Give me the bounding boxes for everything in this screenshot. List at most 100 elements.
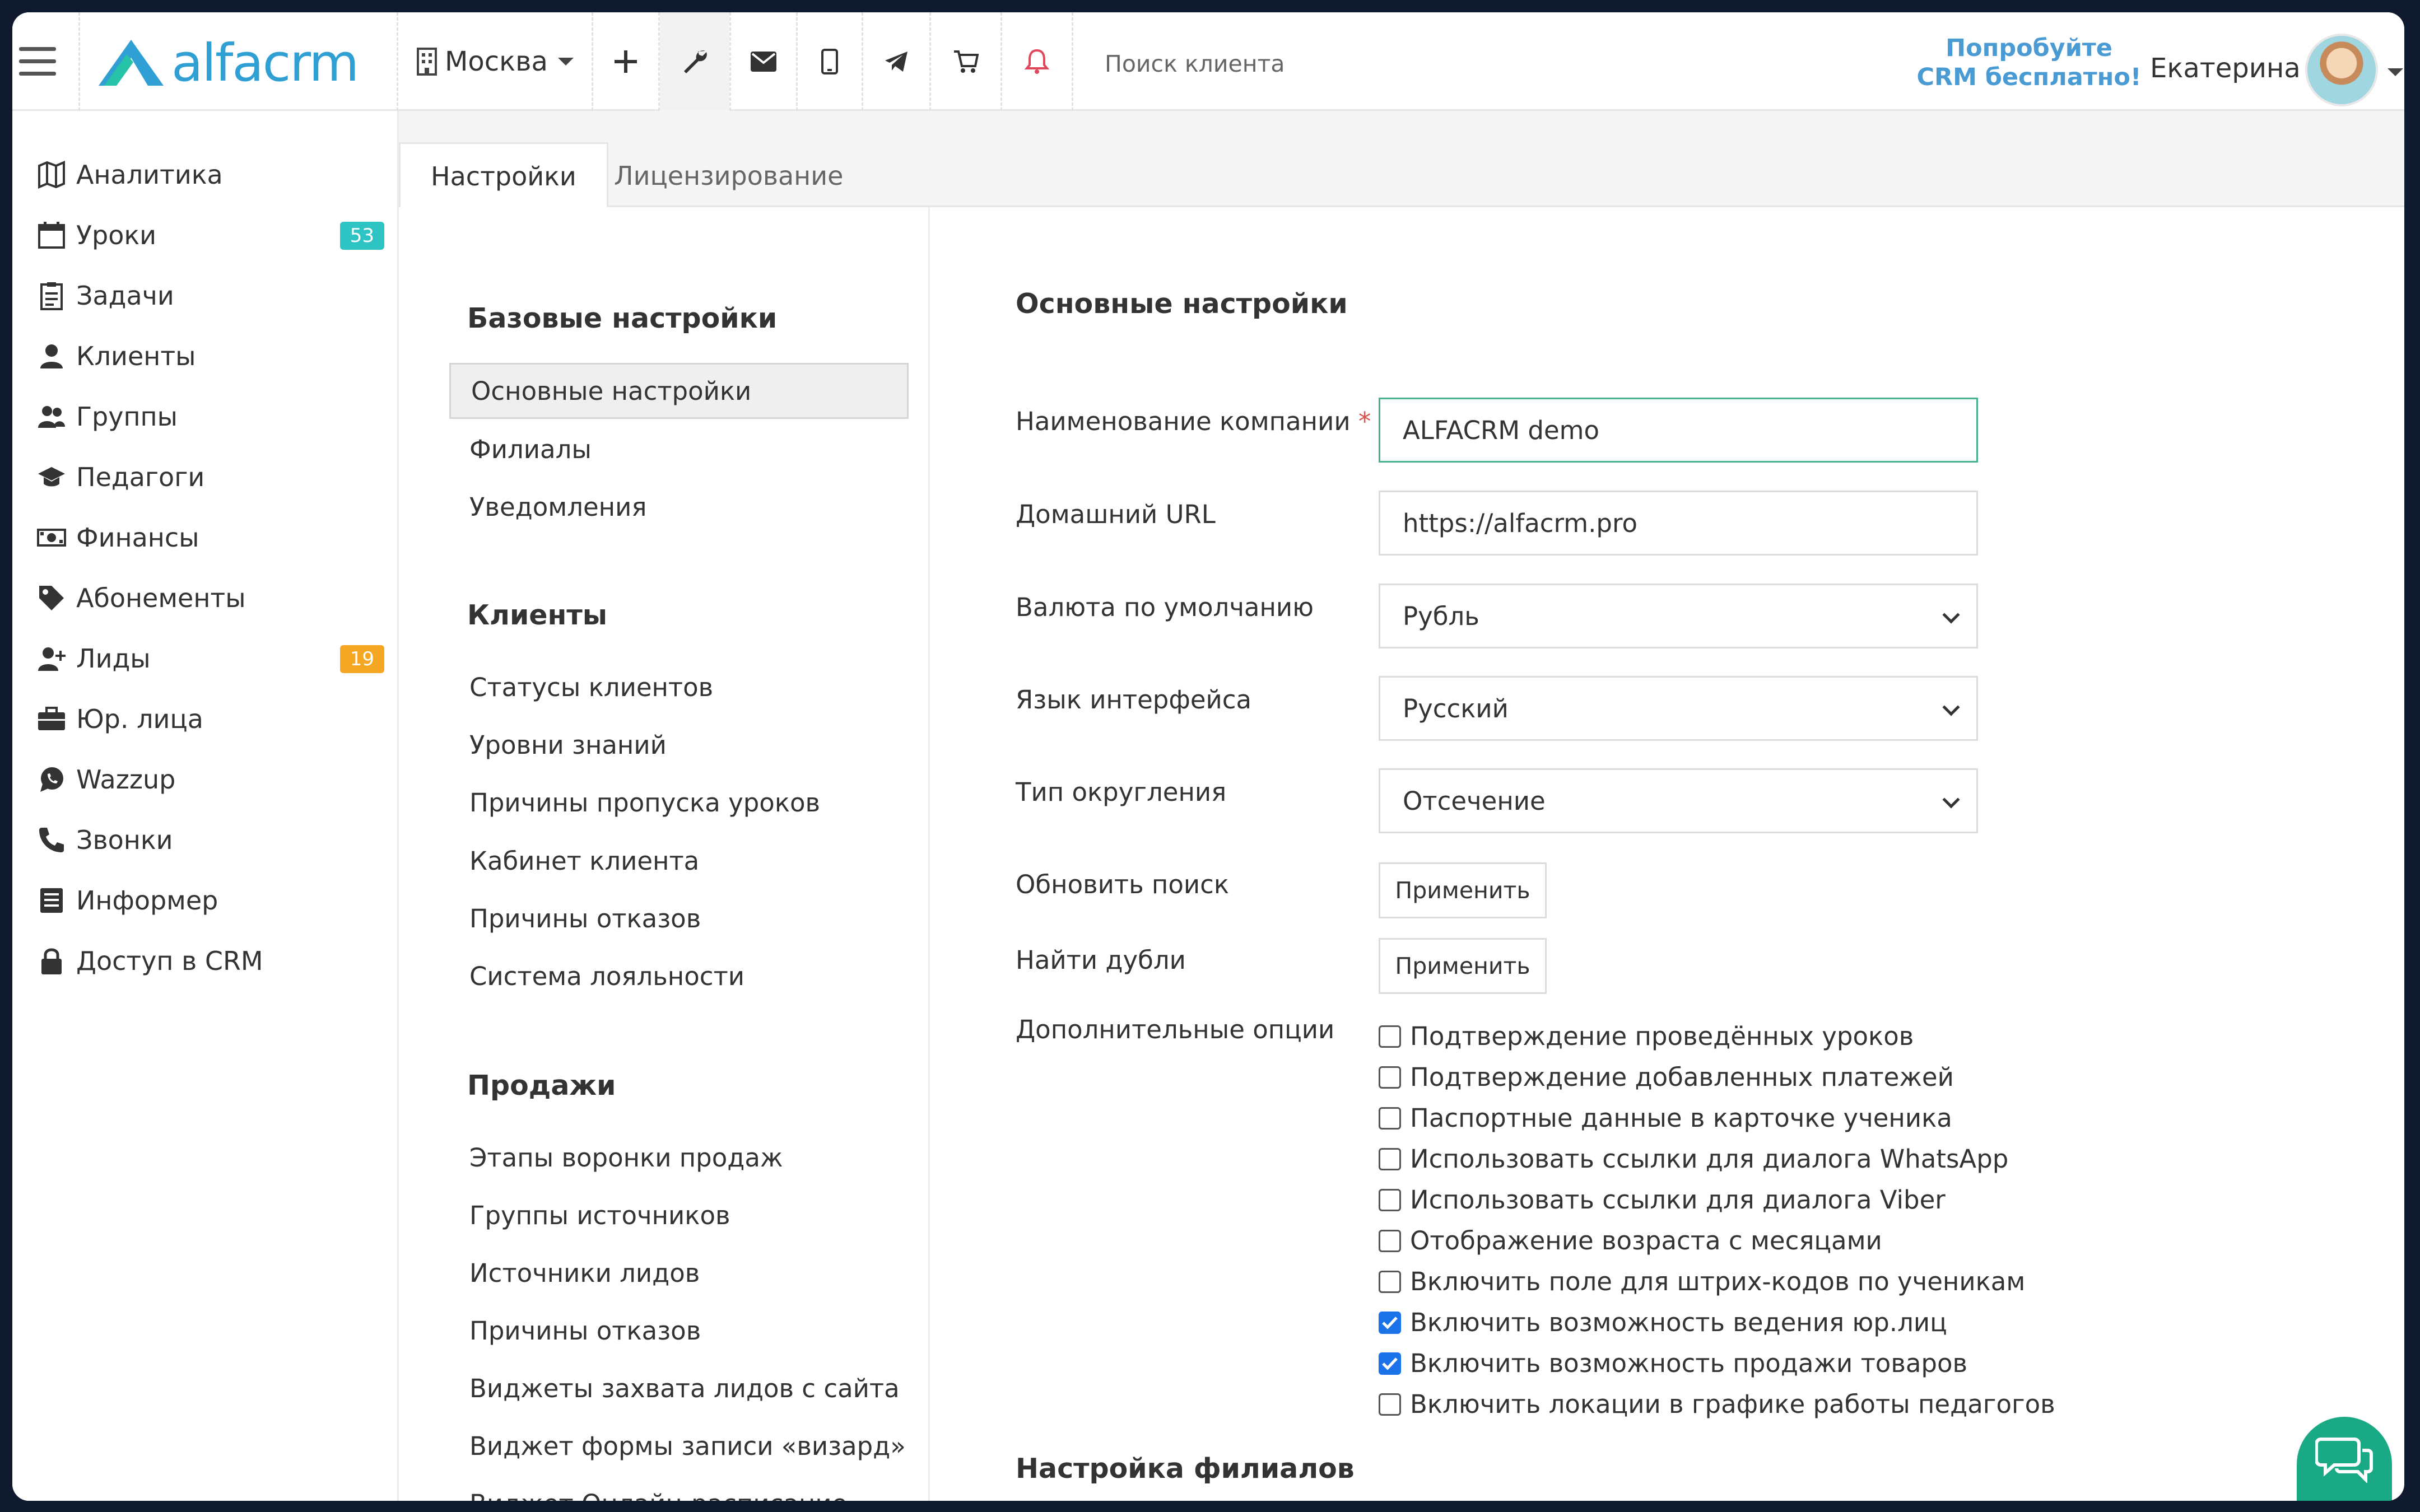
option-viber-links[interactable]: Использовать ссылки для диалога Viber [1379, 1179, 1946, 1220]
settings-nav-loyalty-system[interactable]: Система лояльности [449, 948, 909, 1004]
option-confirm-payments[interactable]: Подтверждение добавленных платежей [1379, 1057, 1954, 1098]
try-free-link[interactable]: Попробуйте CRM бесплатно! [1911, 34, 2147, 92]
avatar[interactable] [2305, 34, 2378, 106]
settings-nav-notifications[interactable]: Уведомления [449, 479, 909, 535]
branch-label: Москва [445, 46, 548, 77]
branch-selector[interactable]: Москва [416, 12, 574, 111]
promo-line-1: Попробуйте [1946, 34, 2112, 62]
option-confirm-lessons[interactable]: Подтверждение проведённых уроков [1379, 1016, 1914, 1057]
option-label: Включить локации в графике работы педаго… [1410, 1389, 2055, 1419]
checkbox[interactable] [1379, 1188, 1401, 1211]
settings-nav-source-groups[interactable]: Группы источников [449, 1187, 909, 1243]
option-sell-goods[interactable]: Включить возможность продажи товаров [1379, 1343, 1967, 1384]
company-name-input[interactable]: ALFACRM demo [1379, 398, 1978, 463]
sidebar-item-leads[interactable]: Лиды 19 [37, 636, 384, 681]
option-whatsapp-links[interactable]: Использовать ссылки для диалога WhatsApp [1379, 1138, 2008, 1179]
checkbox[interactable] [1379, 1107, 1401, 1130]
settings-button[interactable] [660, 12, 729, 111]
clipboard-icon [40, 282, 63, 310]
sidebar-item-teachers[interactable]: Педагоги [37, 455, 384, 500]
briefcase-icon [38, 707, 65, 730]
settings-nav-client-statuses[interactable]: Статусы клиентов [449, 659, 909, 715]
cart-button[interactable] [931, 12, 1000, 111]
settings-nav-wizard-widget[interactable]: Виджет формы записи «визард» [449, 1418, 909, 1474]
sidebar-item-lessons[interactable]: Уроки 53 [37, 213, 384, 258]
sidebar-item-tasks[interactable]: Задачи [37, 273, 384, 318]
tag-icon [39, 586, 64, 610]
refresh-search-label: Обновить поиск [1016, 870, 1230, 899]
sidebar-item-wazzup[interactable]: Wazzup [37, 757, 384, 802]
mobile-button[interactable] [798, 12, 862, 111]
sidebar-item-calls[interactable]: Звонки [37, 818, 384, 862]
language-select[interactable]: Русский [1379, 676, 1978, 741]
option-teacher-locations[interactable]: Включить локации в графике работы педаго… [1379, 1384, 2055, 1425]
settings-nav-client-cabinet[interactable]: Кабинет клиента [449, 833, 909, 889]
notifications-button[interactable] [1002, 12, 1072, 111]
mail-icon [751, 52, 776, 72]
building-icon [417, 48, 437, 76]
sidebar-item-label: Абонементы [76, 583, 246, 613]
settings-nav-knowledge-levels[interactable]: Уровни знаний [449, 717, 909, 773]
alfacrm-logo-icon [99, 40, 164, 86]
checkbox-checked[interactable] [1379, 1352, 1401, 1375]
rounding-select[interactable]: Отсечение [1379, 768, 1978, 833]
currency-select[interactable]: Рубль [1379, 584, 1978, 648]
sidebar-item-groups[interactable]: Группы [37, 394, 384, 439]
add-button[interactable] [593, 12, 658, 111]
checkbox[interactable] [1379, 1229, 1401, 1252]
checkbox-checked[interactable] [1379, 1311, 1401, 1334]
checkbox[interactable] [1379, 1147, 1401, 1170]
settings-nav-sales-funnel[interactable]: Этапы воронки продаж [449, 1130, 909, 1186]
sidebar-item-legal-entities[interactable]: Юр. лица [37, 697, 384, 741]
section-title: Основные настройки [1016, 288, 1348, 320]
telegram-button[interactable] [863, 12, 929, 111]
settings-nav-schedule-widget[interactable]: Виджет Онлайн-расписание [449, 1476, 909, 1501]
settings-group-title: Продажи [467, 1070, 616, 1102]
option-label: Использовать ссылки для диалога WhatsApp [1410, 1144, 2009, 1174]
company-name-label: Наименование компании * [1016, 407, 1371, 436]
sidebar-item-finance[interactable]: Финансы [37, 515, 384, 560]
mail-button[interactable] [731, 12, 796, 111]
sidebar-item-analytics[interactable]: Аналитика [37, 152, 384, 197]
settings-nav-refusal-reasons[interactable]: Причины отказов [449, 890, 909, 946]
logo-text: alfacrm [171, 32, 359, 93]
chevron-down-icon [1942, 791, 1960, 809]
checkbox[interactable] [1379, 1066, 1401, 1089]
sidebar-item-informer[interactable]: Информер [37, 878, 384, 923]
refresh-search-apply-button[interactable]: Применить [1379, 862, 1547, 918]
option-age-months[interactable]: Отображение возраста с месяцами [1379, 1220, 1882, 1261]
money-icon [37, 529, 66, 547]
settings-nav-lead-widgets[interactable]: Виджеты захвата лидов с сайта [449, 1360, 909, 1416]
tab-licensing[interactable]: Лицензирование [584, 142, 873, 209]
list-icon [40, 888, 63, 913]
checkbox[interactable] [1379, 1025, 1401, 1048]
user-menu-chevron-down-icon[interactable] [2388, 68, 2403, 76]
hamburger-menu-icon[interactable] [19, 47, 56, 76]
sidebar-item-label: Доступ в CRM [76, 946, 263, 976]
sidebar-item-subscriptions[interactable]: Абонементы [37, 576, 384, 620]
settings-nav-sales-refusal-reasons[interactable]: Причины отказов [449, 1303, 909, 1359]
user-name[interactable]: Екатерина [2150, 53, 2301, 84]
option-label: Отображение возраста с месяцами [1410, 1226, 1882, 1256]
settings-nav-branches[interactable]: Филиалы [449, 421, 909, 477]
settings-group-title: Клиенты [467, 599, 608, 631]
language-value: Русский [1403, 693, 1509, 724]
settings-nav-main[interactable]: Основные настройки [449, 363, 909, 419]
sidebar-item-clients[interactable]: Клиенты [37, 334, 384, 379]
option-barcodes[interactable]: Включить поле для штрих-кодов по ученика… [1379, 1261, 2025, 1302]
checkbox[interactable] [1379, 1270, 1401, 1293]
lessons-count-badge: 53 [339, 222, 384, 250]
option-passport-data[interactable]: Паспортные данные в карточке ученика [1379, 1098, 1952, 1138]
logo[interactable]: alfacrm [96, 32, 359, 93]
tab-bar: Настройки Лицензирование [399, 111, 2404, 209]
sidebar-item-crm-access[interactable]: Доступ в CRM [37, 939, 384, 983]
sidebar-item-label: Wazzup [76, 764, 176, 795]
client-search-input[interactable] [1105, 46, 1497, 82]
home-url-input[interactable]: https://alfacrm.pro [1379, 491, 1978, 556]
settings-nav-absence-reasons[interactable]: Причины пропуска уроков [449, 774, 909, 830]
settings-nav-lead-sources[interactable]: Источники лидов [449, 1245, 909, 1301]
option-legal-entities[interactable]: Включить возможность ведения юр.лиц [1379, 1302, 1947, 1343]
tab-settings[interactable]: Настройки [399, 142, 608, 209]
checkbox[interactable] [1379, 1393, 1401, 1416]
find-duplicates-apply-button[interactable]: Применить [1379, 938, 1547, 994]
